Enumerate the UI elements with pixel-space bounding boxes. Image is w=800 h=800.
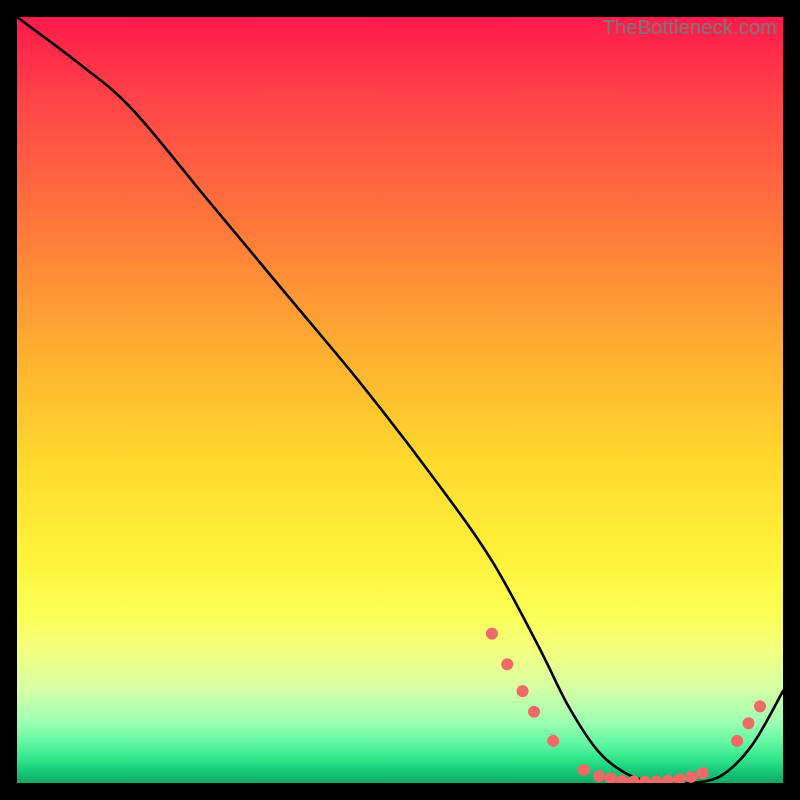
attribution-label: TheBottleneck.com xyxy=(602,17,777,40)
data-point-marker xyxy=(639,776,651,783)
plot-area: TheBottleneck.com xyxy=(17,17,783,783)
data-point-marker xyxy=(616,775,628,783)
data-point-marker xyxy=(593,770,605,782)
data-point-marker xyxy=(528,706,540,718)
data-point-marker xyxy=(578,764,590,776)
data-point-marker xyxy=(674,773,686,783)
data-point-marker xyxy=(547,735,559,747)
data-point-marker xyxy=(685,771,697,783)
data-point-marker xyxy=(662,775,674,783)
data-point-marker xyxy=(731,735,743,747)
bottleneck-curve xyxy=(17,17,783,783)
data-point-marker xyxy=(651,775,663,783)
curve-layer xyxy=(17,17,783,783)
data-point-marker xyxy=(501,658,513,670)
data-point-marker xyxy=(697,767,709,779)
data-point-marker xyxy=(743,717,755,729)
data-point-marker xyxy=(605,772,617,783)
data-point-marker xyxy=(754,700,766,712)
data-point-marker xyxy=(486,628,498,640)
data-point-marker xyxy=(517,685,529,697)
chart-stage: TheBottleneck.com xyxy=(0,0,800,800)
